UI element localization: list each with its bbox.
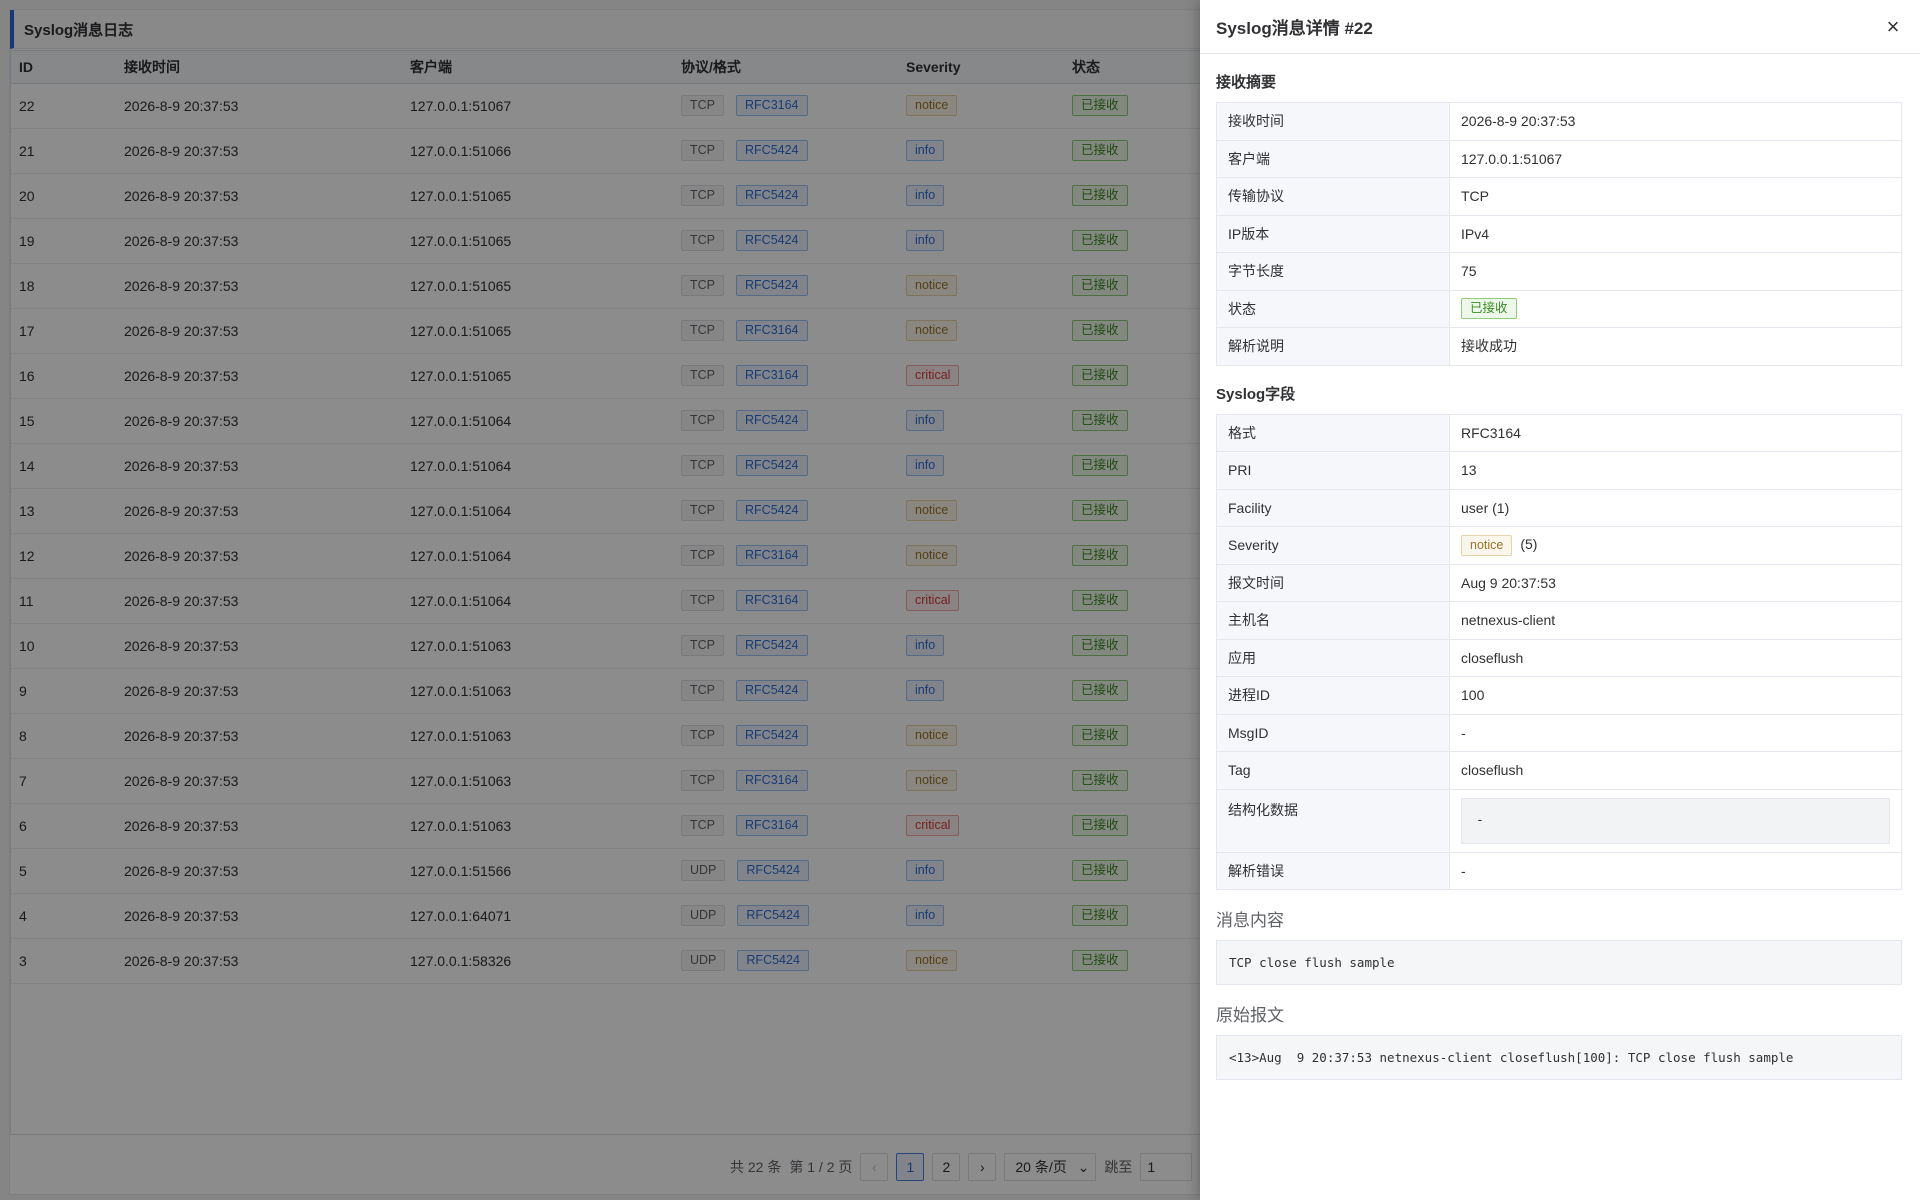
summary-table: 接收时间 2026-8-9 20:37:53 客户端 127.0.0.1:51067 传… <box>1216 102 1902 366</box>
detail-row: IP版本 IPv4 <box>1216 214 1902 253</box>
detail-row: Facility user (1) <box>1216 488 1902 527</box>
detail-value-cell: user (1) <box>1449 488 1902 527</box>
detail-key: 解析说明 <box>1216 327 1450 366</box>
detail-key: 应用 <box>1216 638 1450 677</box>
detail-value-cell: notice (5) <box>1449 526 1902 565</box>
summary-section-title: 接收摘要 <box>1216 74 1277 91</box>
detail-value-cell: 2026-8-9 20:37:53 <box>1449 102 1902 141</box>
detail-value: 75 <box>1461 263 1477 280</box>
detail-value-cell: 100 <box>1449 676 1902 715</box>
drawer-body: 接收摘要 接收时间 2026-8-9 20:37:53 客户端 127.0.0.1:5… <box>1200 71 1920 1080</box>
detail-key: 报文时间 <box>1216 563 1450 602</box>
status-badge: 已接收 <box>1461 298 1517 320</box>
detail-value: 2026-8-9 20:37:53 <box>1461 113 1576 130</box>
detail-row: 传输协议 TCP <box>1216 177 1902 216</box>
detail-key: 解析错误 <box>1216 851 1450 890</box>
detail-value: 接收成功 <box>1461 338 1517 355</box>
detail-row: 解析说明 接收成功 <box>1216 327 1902 366</box>
detail-key: 状态 <box>1216 289 1450 328</box>
structured-data-box: - <box>1461 797 1890 844</box>
detail-row: 客户端 127.0.0.1:51067 <box>1216 139 1902 178</box>
message-section-title: 消息内容 <box>1216 911 1284 930</box>
detail-key: 接收时间 <box>1216 102 1450 141</box>
raw-section-title: 原始报文 <box>1216 1006 1284 1025</box>
detail-value-cell: 接收成功 <box>1449 327 1902 366</box>
detail-value-cell: 已接收 <box>1449 289 1902 328</box>
detail-value: closeflush <box>1461 762 1524 779</box>
severity-code: (5) <box>1520 535 1538 552</box>
detail-value-cell: closeflush <box>1449 638 1902 677</box>
detail-key: MsgID <box>1216 713 1450 752</box>
detail-value-cell: - <box>1449 851 1902 890</box>
detail-row: 格式 RFC3164 <box>1216 413 1902 452</box>
detail-value-cell: 13 <box>1449 451 1902 490</box>
detail-value-cell: netnexus-client <box>1449 601 1902 640</box>
detail-value: TCP <box>1461 188 1489 205</box>
detail-row: 结构化数据 - <box>1216 788 1902 853</box>
detail-value: - <box>1461 862 1466 879</box>
detail-row: 主机名 netnexus-client <box>1216 601 1902 640</box>
detail-key: Facility <box>1216 488 1450 527</box>
detail-value: RFC3164 <box>1461 424 1521 441</box>
detail-value-cell: closeflush <box>1449 751 1902 790</box>
detail-key: Tag <box>1216 751 1450 790</box>
drawer-title: Syslog消息详情 #22 <box>1216 19 1373 38</box>
detail-value: netnexus-client <box>1461 612 1556 629</box>
detail-value: user (1) <box>1461 499 1510 516</box>
drawer-header: Syslog消息详情 #22 × <box>1200 0 1920 54</box>
detail-row: 报文时间 Aug 9 20:37:53 <box>1216 563 1902 602</box>
detail-value: - <box>1461 724 1466 741</box>
detail-row: 状态 已接收 <box>1216 289 1902 328</box>
detail-key: 客户端 <box>1216 139 1450 178</box>
detail-key: 字节长度 <box>1216 252 1450 291</box>
detail-key: 主机名 <box>1216 601 1450 640</box>
fields-section-title: Syslog字段 <box>1216 385 1296 403</box>
detail-value-cell: - <box>1449 713 1902 752</box>
detail-value-cell: TCP <box>1449 177 1902 216</box>
detail-row: MsgID - <box>1216 713 1902 752</box>
detail-row: 进程ID 100 <box>1216 676 1902 715</box>
detail-key: 进程ID <box>1216 676 1450 715</box>
detail-value-cell: - <box>1449 788 1902 853</box>
raw-message-content: <13>Aug 9 20:37:53 netnexus-client close… <box>1216 1035 1902 1080</box>
detail-row: 解析错误 - <box>1216 851 1902 890</box>
detail-value: 13 <box>1461 462 1477 479</box>
detail-row: 应用 closeflush <box>1216 638 1902 677</box>
close-icon[interactable]: × <box>1882 14 1904 39</box>
detail-value-cell: RFC3164 <box>1449 413 1902 452</box>
detail-key: 传输协议 <box>1216 177 1450 216</box>
detail-key: IP版本 <box>1216 214 1450 253</box>
fields-table: 格式 RFC3164 PRI 13 Facility user (1) Severity no… <box>1216 413 1902 891</box>
detail-value: closeflush <box>1461 649 1524 666</box>
detail-key: Severity <box>1216 526 1450 565</box>
detail-value-cell: 127.0.0.1:51067 <box>1449 139 1902 178</box>
detail-key: 结构化数据 <box>1216 788 1450 853</box>
detail-value: 127.0.0.1:51067 <box>1461 150 1563 167</box>
detail-value-cell: Aug 9 20:37:53 <box>1449 563 1902 602</box>
detail-row: 字节长度 75 <box>1216 252 1902 291</box>
detail-row: Severity notice (5) <box>1216 526 1902 565</box>
detail-value: IPv4 <box>1461 225 1490 242</box>
detail-drawer: Syslog消息详情 #22 × 接收摘要 接收时间 2026-8-9 20:37… <box>1200 0 1920 1200</box>
detail-row: PRI 13 <box>1216 451 1902 490</box>
detail-key: PRI <box>1216 451 1450 490</box>
message-content: TCP close flush sample <box>1216 940 1902 985</box>
detail-value-cell: IPv4 <box>1449 214 1902 253</box>
detail-value: 100 <box>1461 687 1485 704</box>
severity-tag: notice <box>1461 534 1513 556</box>
detail-value: Aug 9 20:37:53 <box>1461 574 1556 591</box>
detail-key: 格式 <box>1216 413 1450 452</box>
detail-row: 接收时间 2026-8-9 20:37:53 <box>1216 102 1902 141</box>
detail-row: Tag closeflush <box>1216 751 1902 790</box>
detail-value-cell: 75 <box>1449 252 1902 291</box>
